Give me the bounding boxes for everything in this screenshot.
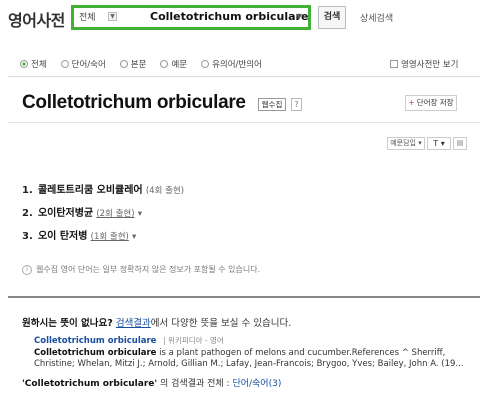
accuracy-notice: i 웹수집 영어 단어는 일부 정확하지 않은 정보가 포함될 수 있습니다. (22, 264, 260, 275)
info-icon: i (22, 264, 32, 275)
web-result-source: | 위키피디아 - 영어 (163, 336, 224, 345)
web-collected-badge: 웹수집 (258, 98, 286, 111)
search-box: 전체 ▼ Colletotrichum orbiculare ▼ (71, 5, 311, 30)
meaning-list: 1. 콜레토트리쿰 오비큘레어 (4회 출현) 2. 오이탄저병균 (2회 출현… (22, 181, 184, 250)
font-size-button[interactable]: T ▾ (427, 137, 451, 150)
meaning-word: 콜레토트리쿰 오비큘레어 (37, 185, 143, 196)
divider (8, 76, 480, 77)
scope-dropdown-icon[interactable]: ▼ (108, 12, 117, 21)
help-icon[interactable]: ? (291, 98, 302, 111)
radio-icon[interactable] (160, 60, 169, 68)
meaning-word: 오이 탄저병 (37, 231, 88, 242)
web-result-header: Colletotrichum orbiculare | 위키피디아 - 영어 (34, 335, 224, 346)
search-input[interactable]: Colletotrichum orbiculare (150, 10, 308, 23)
radio-icon[interactable] (60, 60, 69, 68)
plus-icon: + (408, 98, 415, 107)
filter-word-idiom[interactable]: 단어/숙어 (60, 58, 106, 70)
radio-icon[interactable] (119, 60, 128, 68)
search-results-link[interactable]: 검색결과 (116, 318, 151, 329)
search-button[interactable]: 검색 (318, 6, 346, 29)
occurrence-count: (4회 출현) (145, 186, 185, 196)
example-toggle-button[interactable]: 예문담입 ▾ (387, 137, 425, 150)
divider (8, 296, 480, 298)
filter-body[interactable]: 본문 (119, 58, 146, 70)
radio-icon[interactable] (201, 60, 210, 68)
filter-all[interactable]: 전체 (20, 58, 47, 70)
checkbox-icon[interactable] (390, 60, 398, 68)
english-only-toggle[interactable]: 영영사전만 보기 (390, 58, 458, 70)
occurrence-count-link[interactable]: (1회 출현) (91, 232, 129, 242)
entry-title: Colletotrichum orbiculare (22, 92, 246, 113)
save-to-wordbook-button[interactable]: + 단어장 저장 (405, 95, 457, 111)
meaning-item: 3. 오이 탄저병 (1회 출현) ▾ (22, 231, 137, 242)
web-result-snippet: Colletotrichum orbiculare is a plant pat… (34, 348, 464, 369)
search-summary: 'Colletotrichum orbiculare' 의 검색결과 전체 : … (22, 379, 282, 389)
word-idiom-results-link[interactable]: 단어/숙어(3) (232, 379, 281, 389)
expand-caret-icon[interactable]: ▾ (132, 232, 136, 242)
meaning-item: 1. 콜레토트리쿰 오비큘레어 (4회 출현) (22, 185, 185, 196)
dictionary-logo[interactable]: 영어사전 (8, 7, 65, 31)
meaning-item: 2. 오이탄저병균 (2회 출현) ▾ (22, 208, 143, 219)
search-filter-group: 전체 단어/숙어 본문 예문 유의어/반의어 (20, 58, 276, 70)
web-result-prompt: 원하시는 뜻이 없나요? 검색결과에서 다양한 뜻을 보실 수 있습니다. (22, 318, 292, 329)
autocomplete-toggle-icon[interactable]: ▼ (296, 12, 302, 21)
radio-icon[interactable] (20, 60, 28, 68)
filter-synonym-antonym[interactable]: 유의어/반의어 (201, 58, 262, 70)
meaning-word: 오이탄저병균 (37, 208, 94, 219)
detail-search-link[interactable]: 상세검색 (360, 11, 393, 24)
expand-caret-icon[interactable]: ▾ (138, 209, 142, 219)
divider (8, 122, 480, 123)
occurrence-count-link[interactable]: (2회 출현) (96, 209, 134, 219)
filter-example[interactable]: 예문 (160, 58, 187, 70)
print-icon[interactable]: ▤ (453, 137, 467, 150)
search-scope-select[interactable]: 전체 (79, 10, 109, 23)
web-result-title-link[interactable]: Colletotrichum orbiculare (34, 336, 156, 346)
